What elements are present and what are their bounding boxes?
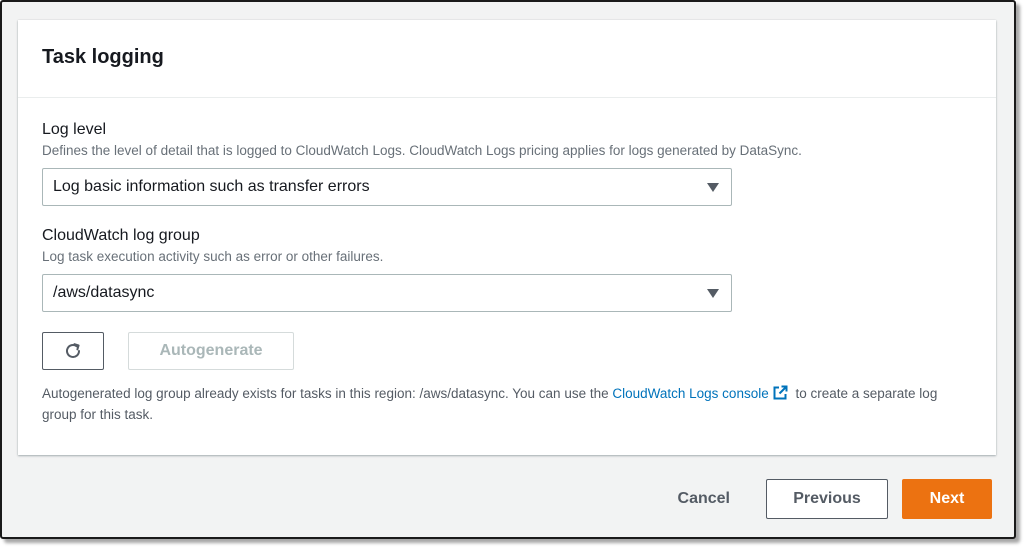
log-group-help-text: Autogenerated log group already exists f… bbox=[42, 383, 962, 425]
task-logging-panel: Task logging Log level Defines the level… bbox=[18, 20, 996, 455]
caret-down-icon bbox=[707, 288, 719, 298]
log-group-field: CloudWatch log group Log task execution … bbox=[42, 226, 972, 312]
next-button[interactable]: Next bbox=[902, 479, 992, 519]
refresh-icon bbox=[66, 343, 80, 358]
refresh-button[interactable] bbox=[42, 332, 104, 370]
help-text-prefix: Autogenerated log group already exists f… bbox=[42, 386, 609, 401]
wizard-footer: Cancel Previous Next bbox=[678, 479, 992, 519]
log-level-label: Log level bbox=[42, 121, 107, 138]
window-frame: Task logging Log level Defines the level… bbox=[0, 0, 1016, 539]
log-group-select[interactable]: /aws/datasync bbox=[42, 274, 732, 312]
log-group-description: Log task execution activity such as erro… bbox=[42, 249, 384, 264]
caret-down-icon bbox=[707, 182, 719, 192]
previous-button[interactable]: Previous bbox=[766, 479, 888, 519]
autogenerate-button: Autogenerate bbox=[128, 332, 294, 370]
log-level-description: Defines the level of detail that is logg… bbox=[42, 143, 802, 158]
panel-header: Task logging bbox=[18, 20, 996, 98]
log-group-label: CloudWatch log group bbox=[42, 227, 200, 244]
log-level-select[interactable]: Log basic information such as transfer e… bbox=[42, 168, 732, 206]
log-level-field: Log level Defines the level of detail th… bbox=[42, 120, 972, 206]
cancel-button[interactable]: Cancel bbox=[678, 490, 730, 508]
log-level-selected-value: Log basic information such as transfer e… bbox=[53, 178, 370, 195]
cloudwatch-logs-console-link[interactable]: CloudWatch Logs console bbox=[612, 385, 791, 401]
log-group-actions: Autogenerate bbox=[42, 332, 972, 370]
panel-body: Log level Defines the level of detail th… bbox=[18, 98, 996, 425]
external-link-icon bbox=[773, 385, 788, 400]
cloudwatch-logs-console-link-label: CloudWatch Logs console bbox=[612, 386, 769, 401]
panel-title: Task logging bbox=[42, 46, 164, 68]
log-group-selected-value: /aws/datasync bbox=[53, 284, 155, 301]
